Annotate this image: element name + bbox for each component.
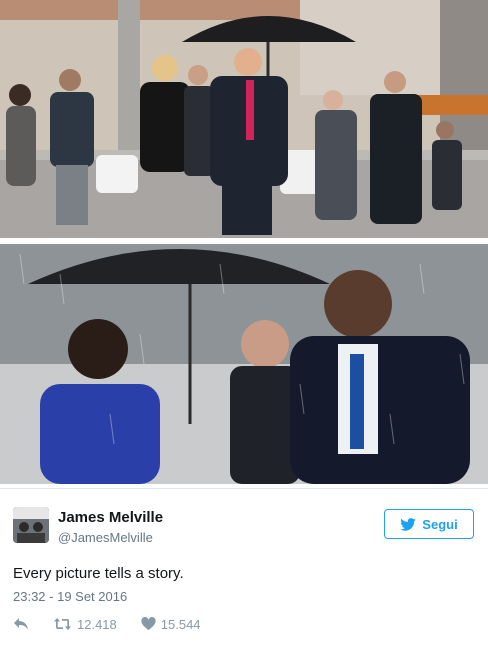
- reply-icon: [13, 617, 29, 631]
- follow-label: Segui: [422, 516, 458, 532]
- avatar[interactable]: [13, 507, 49, 543]
- heart-icon: [141, 617, 156, 631]
- tweet-card: James Melville @JamesMelville Segui Ever…: [0, 488, 488, 647]
- reply-button[interactable]: [13, 617, 29, 631]
- tweet-screenshot: James Melville @JamesMelville Segui Ever…: [0, 0, 488, 647]
- twitter-bird-icon: [400, 517, 417, 531]
- retweet-icon: [53, 617, 72, 631]
- like-button[interactable]: 15.544: [141, 617, 201, 632]
- follow-button[interactable]: Segui: [384, 509, 474, 539]
- bottom-photo: [0, 244, 488, 484]
- tweet-text: Every picture tells a story.: [13, 565, 184, 582]
- retweet-count: 12.418: [77, 616, 117, 632]
- like-count: 15.544: [160, 616, 201, 632]
- tweet-actions: 12.418 15.544: [13, 614, 225, 634]
- user-handle[interactable]: @JamesMelville: [58, 530, 153, 545]
- top-photo: [0, 0, 488, 238]
- display-name[interactable]: James Melville: [58, 509, 163, 526]
- timestamp[interactable]: 23:32 - 19 Set 2016: [13, 589, 127, 604]
- retweet-button[interactable]: 12.418: [53, 617, 117, 632]
